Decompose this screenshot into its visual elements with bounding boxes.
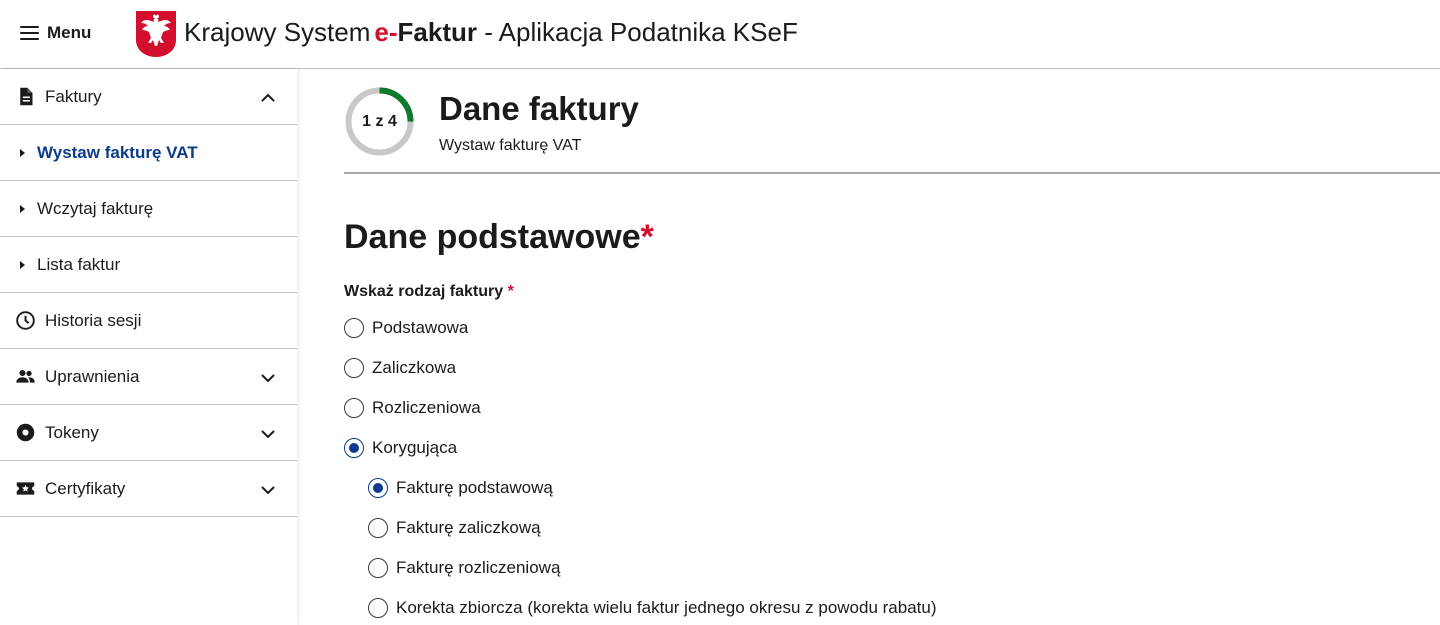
radio-button[interactable] [368,558,388,578]
hamburger-icon [20,26,39,40]
sidebar-item-label: Historia sesji [45,310,142,330]
chevron-down-icon[interactable] [259,481,277,499]
radio-button[interactable] [368,478,388,498]
radio-button[interactable] [344,358,364,378]
radio-option-podstawowa[interactable]: Podstawowa [344,316,468,340]
required-mark: * [640,218,654,256]
radio-suboption-fakture-rozliczeniowa[interactable]: Fakturę rozliczeniową [368,556,560,580]
certificate-icon [16,482,35,495]
section-title: Dane podstawowe* [344,218,654,257]
page-subtitle: Wystaw fakturę VAT [439,137,582,154]
sidebar-item-uprawnienia[interactable]: Uprawnienia [0,349,297,405]
radio-label: Zaliczkowa [372,358,457,377]
page-title: Dane faktury [439,90,639,127]
triangle-right-icon [20,149,25,157]
sidebar-item-tokeny[interactable]: Tokeny [0,405,297,461]
radio-button[interactable] [368,518,388,538]
sidebar-subitem-wczytaj-fakture[interactable]: Wczytaj fakturę [0,181,297,237]
radio-button[interactable] [344,438,364,458]
radio-button[interactable] [344,398,364,418]
triangle-right-icon [20,261,25,269]
section-title-text: Dane podstawowe [344,218,641,256]
radio-label: Korygująca [372,438,458,457]
radio-suboption-korekta-zbiorcza[interactable]: Korekta zbiorcza (korekta wielu faktur j… [368,596,937,620]
app-title: Krajowy System e- Faktur - Aplikacja Podat… [184,17,798,48]
sidebar-item-label: Faktury [45,86,102,106]
app-title-part1: Krajowy System [184,17,371,47]
radio-label: Fakturę rozliczeniową [396,558,561,577]
radio-label: Korekta zbiorcza (korekta wielu faktur j… [396,598,937,617]
radio-option-zaliczkowa[interactable]: Zaliczkowa [344,356,456,380]
sidebar-subitem-label: Wystaw fakturę VAT [37,142,198,162]
radio-suboption-fakture-zaliczkowa[interactable]: Fakturę zaliczkową [368,516,541,540]
radio-button[interactable] [368,598,388,618]
sidebar-subitem-wystaw-fakture[interactable]: Wystaw fakturę VAT [0,125,297,181]
document-icon [20,87,33,106]
app-title-e: e- [374,17,398,47]
radio-label: Fakturę zaliczkową [396,518,541,537]
emblem-logo [136,11,176,57]
sidebar-item-faktury[interactable]: Faktury [0,69,297,125]
radio-label: Podstawowa [372,318,469,337]
sidebar-item-historia-sesji[interactable]: Historia sesji [0,293,297,349]
people-icon [16,369,35,383]
sidebar-item-label: Uprawnienia [45,366,140,386]
radio-label: Fakturę podstawową [396,478,553,497]
radio-button[interactable] [344,318,364,338]
invoice-type-question: Wskaż rodzaj faktury * [344,283,514,301]
menu-button[interactable]: Menu [20,20,91,46]
sidebar-item-certyfikaty[interactable]: Certyfikaty [0,461,297,517]
chevron-down-icon[interactable] [259,425,277,443]
menu-label: Menu [47,23,92,42]
chevron-up-icon[interactable] [259,89,277,107]
app-title-part2: - Aplikacja Podatnika KSeF [476,17,798,47]
question-text: Wskaż rodzaj faktury [344,283,504,300]
sidebar-item-label: Certyfikaty [45,478,126,498]
app-title-faktur: Faktur [397,17,477,47]
sidebar: Faktury Wystaw fakturę VAT Wczytaj faktu… [0,69,297,625]
sidebar-subitem-lista-faktur[interactable]: Lista faktur [0,237,297,293]
chevron-down-icon[interactable] [259,369,277,387]
radio-option-rozliczeniowa[interactable]: Rozliczeniowa [344,396,481,420]
radio-option-korygujaca[interactable]: Korygująca [344,436,457,460]
sidebar-subitem-label: Wczytaj fakturę [37,198,154,218]
token-icon [16,423,35,442]
step-progress-text: 1 z 4 [362,112,397,130]
required-mark: * [507,283,514,300]
sidebar-subitem-label: Lista faktur [37,254,121,274]
top-header: Menu Krajowy System e- Faktur - Aplikacja … [0,0,1440,69]
radio-label: Rozliczeniowa [372,398,481,417]
divider [344,172,1440,174]
triangle-right-icon [20,205,25,213]
radio-suboption-fakture-podstawowa[interactable]: Fakturę podstawową [368,476,553,500]
sidebar-item-label: Tokeny [45,422,99,442]
clock-icon [16,311,35,330]
